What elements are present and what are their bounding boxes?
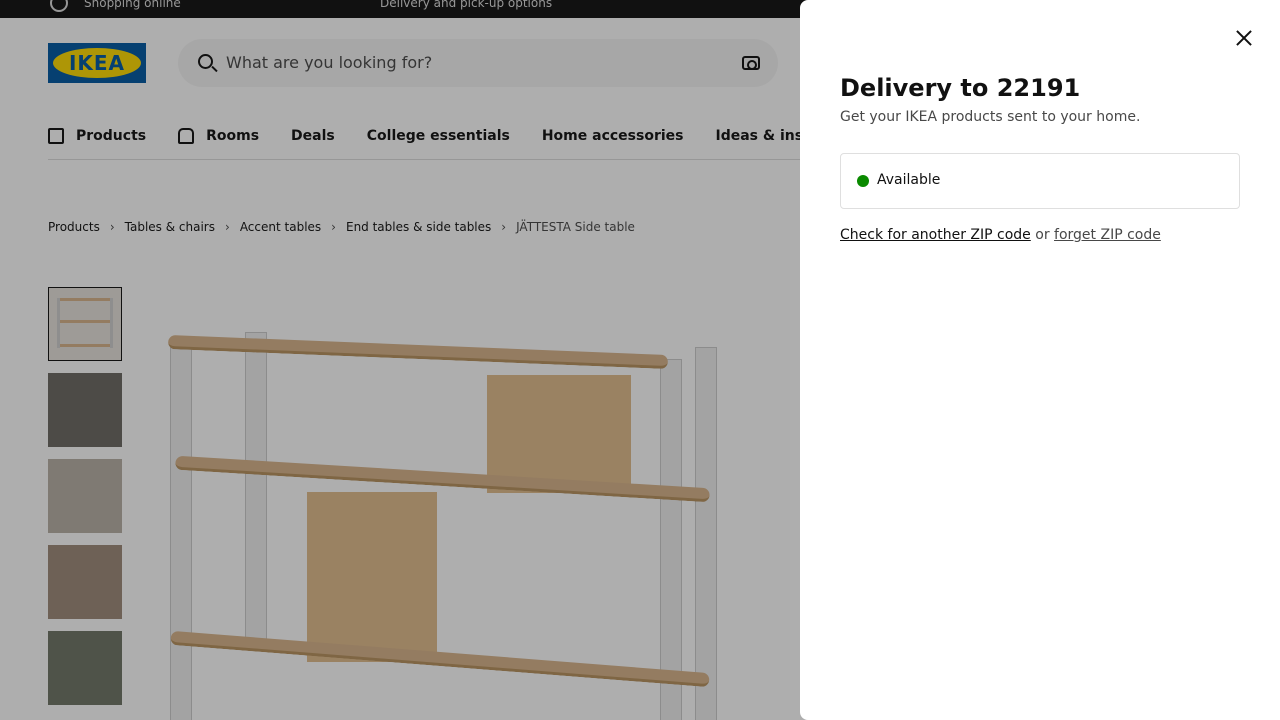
or-text: or <box>1030 227 1055 243</box>
availability-status: Available <box>840 153 1240 209</box>
modal-title: Delivery to 22191 <box>840 74 1081 102</box>
forget-zip-link[interactable]: forget ZIP code <box>1054 227 1161 243</box>
status-dot-icon <box>857 175 869 187</box>
check-zip-link[interactable]: Check for another ZIP code <box>840 227 1031 243</box>
zip-links: Check for another ZIP code or forget ZIP… <box>840 227 1161 243</box>
close-icon[interactable] <box>1232 26 1256 50</box>
status-text: Available <box>877 172 941 188</box>
delivery-modal: Delivery to 22191 Get your IKEA products… <box>800 0 1280 720</box>
modal-subtitle: Get your IKEA products sent to your home… <box>840 109 1141 125</box>
